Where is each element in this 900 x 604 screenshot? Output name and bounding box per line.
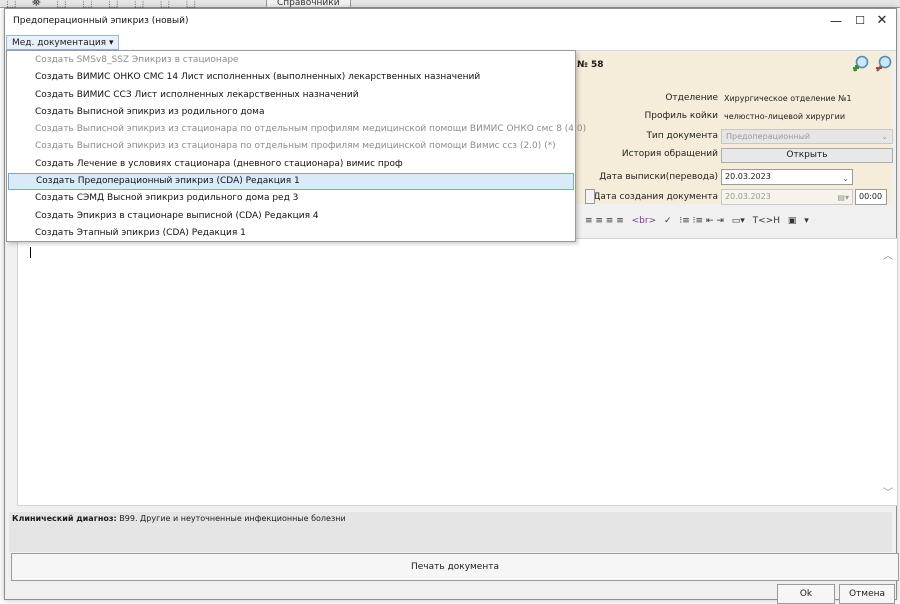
doc-type-select[interactable]: Предоперационный ⌄	[721, 129, 893, 144]
scroll-up-icon[interactable]: ︿	[883, 247, 893, 262]
menu-item-discharge-epicrisis-cda[interactable]: Создать Эпикриз в стационаре выписной (C…	[7, 208, 575, 225]
bed-profile-label: Профиль койки	[644, 111, 718, 121]
document-number: № 58	[577, 60, 604, 70]
open-history-button[interactable]: Открыть	[721, 148, 893, 163]
text-html-button[interactable]: T<>H	[753, 216, 780, 226]
close-button[interactable]: ✕	[863, 9, 900, 33]
background-tab-references[interactable]: Справочники	[266, 0, 351, 8]
menu-item-day-hospital-treatment[interactable]: Создать Лечение в условиях стационара (д…	[7, 156, 575, 173]
cancel-button[interactable]: Отмена	[839, 584, 895, 604]
chevron-down-icon: ⌄	[881, 132, 888, 141]
creation-time-value: 00:00	[859, 192, 883, 201]
menu-item-preop-epicrisis-cda[interactable]: Создать Предоперационный эпикриз (CDA) Р…	[8, 173, 574, 191]
diagnosis-label: Клинический диагноз:	[12, 514, 117, 523]
zoom-out-icon[interactable]	[875, 55, 893, 73]
menu-item-discharge-onko-sms8[interactable]: Создать Выписной эпикриз из стационара п…	[7, 121, 586, 138]
paste-icon[interactable]: ▣	[788, 216, 797, 226]
diagnosis-value: B99. Другие и неуточненные инфекционные …	[119, 514, 346, 523]
menu-bar: Мед. документация ▾	[5, 33, 896, 51]
clinical-diagnosis: Клинический диагноз: B99. Другие и неуто…	[9, 512, 892, 552]
calendar-icon: ▤▾	[837, 193, 849, 202]
history-label: История обращений	[621, 149, 718, 159]
doc-type-value: Предоперационный	[726, 132, 811, 141]
department-value: Хирургическое отделение №1	[724, 94, 852, 103]
menu-item-discharge-vimis-ssz[interactable]: Создать Выписной эпикриз из стационара п…	[7, 138, 575, 155]
list-icons[interactable]: ⁝≡ ⁝≡ ⇤ ⇥	[679, 216, 723, 226]
chevron-down-icon: ⌄	[842, 174, 849, 183]
more-icon[interactable]: ▾	[804, 216, 809, 226]
menu-item-smsv8-ssz[interactable]: Создать SMSv8_SSZ Эпикриз в стационаре	[7, 52, 575, 69]
spellcheck-icon[interactable]: ✓	[664, 216, 672, 226]
creation-date-value: 20.03.2023	[725, 192, 771, 201]
insert-br-button[interactable]: <br>	[632, 216, 657, 226]
menu-item-vimis-ssz-list[interactable]: Создать ВИМИС ССЗ Лист исполненных лекар…	[7, 87, 575, 104]
doc-type-label: Тип документа	[646, 131, 718, 141]
menu-item-vimis-onko-sms14[interactable]: Создать ВИМИС ОНКО СМС 14 Лист исполненн…	[7, 69, 575, 86]
title-bar[interactable]: Предоперационный эпикриз (новый) — ☐ ✕	[5, 9, 896, 33]
document-editor[interactable]: ︿ ﹀	[17, 238, 898, 506]
menu-item-stage-epicrisis-cda[interactable]: Создать Этапный эпикриз (CDA) Редакция 1	[7, 225, 575, 242]
editor-toolbar: ≡ ≡ ≡ ≡ <br> ✓ ⁝≡ ⁝≡ ⇤ ⇥ ▭▾ T<>H ▣ ▾	[585, 216, 893, 232]
background-toolbar: ⬚ ⛯ ⬚ ⬚ ⬚ ⬚ ⬚ ⬚ Справочники	[0, 0, 900, 9]
bed-profile-value: челюстно-лицевой хирургии	[724, 112, 846, 121]
creation-date-field[interactable]: 20.03.2023 ▤▾	[721, 189, 853, 205]
scroll-down-icon[interactable]: ﹀	[883, 484, 893, 499]
window-title: Предоперационный эпикриз (новый)	[13, 16, 189, 26]
discharge-date-value: 20.03.2023	[725, 172, 771, 181]
side-toggle-button[interactable]	[585, 189, 595, 204]
menu-med-docs[interactable]: Мед. документация ▾	[6, 35, 120, 50]
color-icon[interactable]: ▭▾	[732, 216, 745, 226]
discharge-date-field[interactable]: 20.03.2023 ⌄	[721, 169, 853, 185]
discharge-date-label: Дата выписки(перевода)	[599, 172, 718, 182]
ok-button[interactable]: Ok	[777, 584, 835, 604]
creation-time-field[interactable]: 00:00	[855, 189, 887, 205]
menu-item-semd-maternity[interactable]: Создать СЭМД Высной эпикриз родильного д…	[7, 190, 575, 207]
department-label: Отделение	[665, 93, 718, 103]
text-caret	[30, 247, 31, 258]
menu-item-maternity-discharge[interactable]: Создать Выписной эпикриз из родильного д…	[7, 104, 575, 121]
zoom-in-icon[interactable]	[852, 55, 870, 73]
med-docs-dropdown: Создать SMSv8_SSZ Эпикриз в стационаре С…	[6, 50, 586, 242]
align-icons[interactable]: ≡ ≡ ≡ ≡	[585, 216, 624, 226]
creation-date-label: Дата создания документа	[593, 192, 718, 202]
print-document-button[interactable]: Печать документа	[11, 553, 899, 581]
